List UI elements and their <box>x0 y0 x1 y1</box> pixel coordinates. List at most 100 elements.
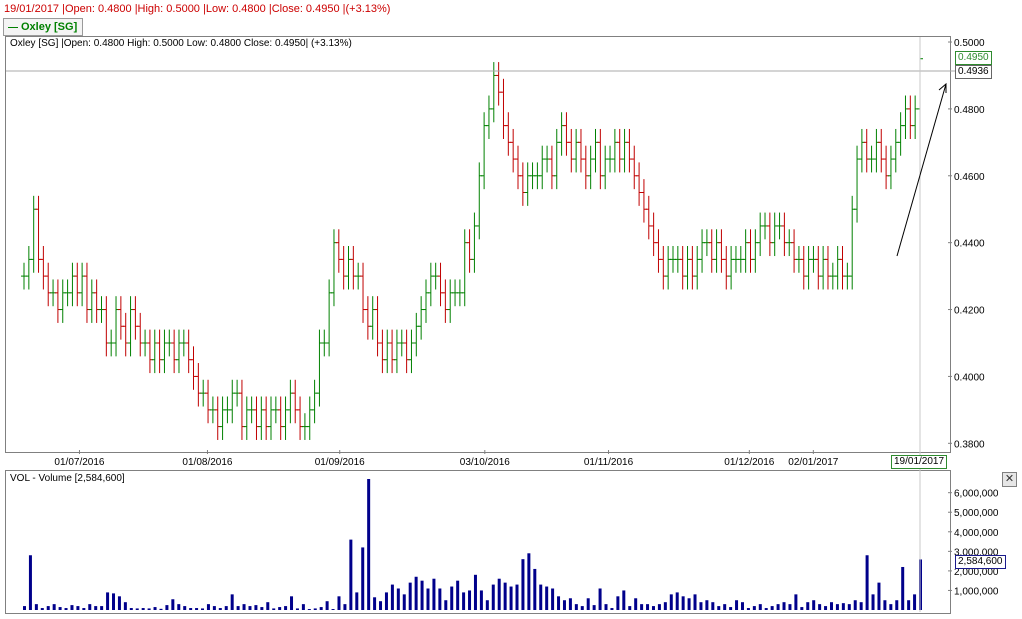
volume-bar <box>557 596 561 610</box>
ohlc-bar <box>422 279 429 323</box>
ohlc-bar <box>127 296 134 357</box>
ohlc-bar <box>132 296 139 340</box>
ohlc-bar <box>137 312 144 357</box>
volume-bar <box>141 608 145 610</box>
ohlc-bar <box>839 246 846 290</box>
volume-bar <box>129 608 133 610</box>
ohlc-bar <box>69 262 76 307</box>
volume-bar <box>343 604 347 610</box>
volume-bar <box>758 604 762 610</box>
ohlc-bar <box>45 262 52 307</box>
ohlc-bar <box>824 246 831 290</box>
volume-bar <box>752 606 756 610</box>
ohlc-bar <box>330 229 337 307</box>
ohlc-bar <box>553 128 560 190</box>
volume-bar <box>390 584 394 610</box>
ohlc-bar <box>219 396 226 440</box>
ohlc-bar <box>74 262 81 307</box>
ohlc-bar <box>747 229 754 273</box>
ohlc-bar <box>471 212 478 273</box>
volume-bar <box>604 604 608 610</box>
volume-bar <box>521 559 525 610</box>
volume-bar <box>123 602 127 610</box>
ohlc-bar <box>345 246 352 290</box>
volume-bar <box>236 606 240 610</box>
volume-bar <box>681 596 685 610</box>
ohlc-bar <box>665 246 672 290</box>
volume-bar <box>598 588 602 610</box>
ohlc-bar <box>587 145 594 190</box>
volume-bar <box>88 604 92 610</box>
close-icon[interactable]: ✕ <box>1002 472 1017 487</box>
ohlc-bar <box>563 112 570 156</box>
ohlc-bar <box>35 195 42 273</box>
volume-bar <box>646 604 650 610</box>
ohlc-bar <box>626 128 633 173</box>
volume-bar <box>426 588 430 610</box>
volume-bar <box>586 598 590 610</box>
volume-bar <box>64 608 68 610</box>
volume-bar <box>82 608 86 610</box>
volume-bar <box>740 602 744 610</box>
volume-bar <box>46 606 50 610</box>
volume-bar <box>135 608 139 610</box>
volume-bar <box>349 539 353 610</box>
volume-bar <box>877 582 881 610</box>
ohlc-bar <box>171 329 178 374</box>
ohlc-bar <box>122 312 129 357</box>
volume-bar <box>859 602 863 610</box>
ohlc-bar <box>820 246 827 290</box>
volume-bar <box>40 608 44 610</box>
volume-bar <box>699 602 703 610</box>
volume-bar <box>770 606 774 610</box>
ohlc-bar <box>689 246 696 290</box>
volume-bar <box>331 609 335 610</box>
volume-bar <box>23 606 26 610</box>
volume-bar <box>711 602 715 610</box>
ohlc-bar <box>389 329 396 374</box>
x-tick-label: 01/12/2016 <box>724 457 774 468</box>
volume-bar <box>408 582 412 610</box>
volume-bar <box>189 608 193 610</box>
ohlc-bar <box>524 162 531 206</box>
ohlc-bar <box>854 145 861 223</box>
ohlc-bar <box>379 329 386 374</box>
ohlc-bar <box>616 128 623 173</box>
volume-bar <box>687 598 691 610</box>
ohlc-bar <box>263 396 270 440</box>
ohlc-bar <box>728 246 735 290</box>
volume-bar <box>628 606 632 610</box>
price-y-tick-label: 0.4400 <box>954 239 985 250</box>
ohlc-bar <box>684 246 691 290</box>
volume-value-badge: 2,584,600 <box>955 555 1006 569</box>
volume-bar <box>206 604 210 610</box>
ohlc-bar <box>447 279 454 323</box>
ohlc-bar <box>146 329 153 374</box>
volume-bar <box>284 606 288 610</box>
ohlc-bar <box>306 396 313 440</box>
x-tick-label: 01/09/2016 <box>315 457 365 468</box>
ohlc-bar <box>113 296 120 357</box>
x-tick-label: 03/10/2016 <box>460 457 510 468</box>
ohlc-bar <box>849 195 856 290</box>
volume-bar <box>717 606 721 610</box>
ohlc-bar <box>335 229 342 273</box>
volume-bar <box>112 593 116 610</box>
last-close-badge: 0.4950 <box>955 51 992 65</box>
volume-bar <box>853 600 857 610</box>
volume-bar <box>295 608 299 610</box>
volume-bar <box>414 576 418 610</box>
ohlc-bar <box>117 296 124 340</box>
ohlc-bar <box>878 128 885 173</box>
volume-bar <box>485 600 489 610</box>
volume-bar <box>195 608 199 610</box>
volume-bar <box>509 586 513 610</box>
volume-bar <box>117 596 121 610</box>
volume-bar <box>402 594 406 610</box>
ohlc-bar <box>238 379 245 440</box>
volume-bar <box>503 582 507 610</box>
ohlc-bar <box>597 128 604 190</box>
volume-bar <box>829 602 833 610</box>
ohlc-bar <box>887 145 894 190</box>
ohlc-bar <box>907 95 914 139</box>
